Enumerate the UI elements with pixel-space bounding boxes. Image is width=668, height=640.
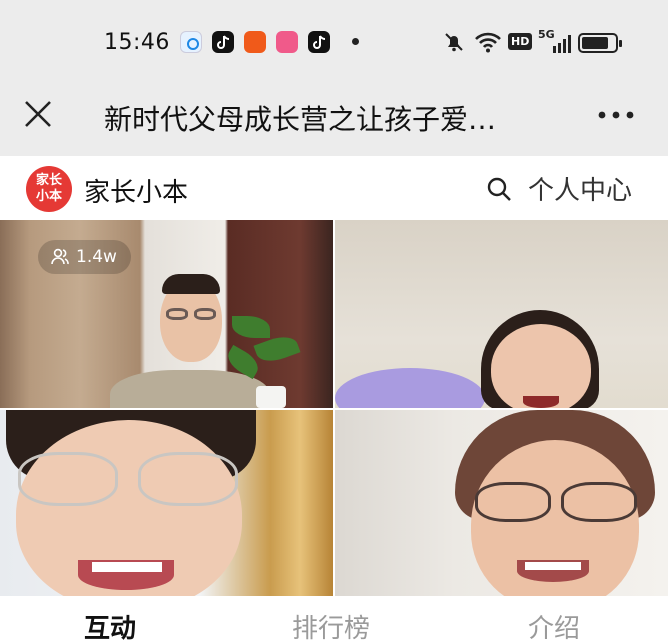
tab-ranking[interactable]: 排行榜 xyxy=(292,608,370,640)
participant-3-glasses-left xyxy=(18,452,118,506)
participant-3-glasses-right xyxy=(138,452,238,506)
participant-4-teeth xyxy=(525,562,581,570)
hd-badge: HD xyxy=(508,33,533,50)
status-time: 15:46 xyxy=(104,30,170,55)
participant-4-glasses-left xyxy=(475,482,551,522)
participant-4-glasses-right xyxy=(561,482,637,522)
host-glasses-left xyxy=(166,308,188,320)
tab-interact[interactable]: 互动 xyxy=(84,608,136,640)
wifi-icon xyxy=(475,32,501,53)
participant-3-teeth xyxy=(92,562,162,572)
close-icon[interactable] xyxy=(20,96,56,132)
host-glasses-right xyxy=(194,308,216,320)
site-name: 家长小本 xyxy=(84,178,189,208)
status-bar: 15:46 HD 5G xyxy=(0,0,668,86)
signal-icon xyxy=(553,35,571,53)
title-bar: 新时代父母成长营之让孩子爱… xyxy=(0,86,668,156)
video-tile-participant-3[interactable] xyxy=(0,410,333,596)
logo-text-line2: 小本 xyxy=(35,189,62,204)
participant-2-mouth xyxy=(523,396,559,408)
more-options-icon[interactable] xyxy=(596,100,636,130)
viewer-count-badge: 1.4w xyxy=(38,240,131,274)
plant-pot xyxy=(256,386,286,408)
video-tile-host[interactable]: 1.4w xyxy=(0,220,333,408)
plush-toy xyxy=(335,368,485,408)
tab-bar: 互动 排行榜 介绍 xyxy=(0,596,668,640)
battery-icon xyxy=(578,33,622,53)
audio-app-notification-icon xyxy=(244,31,266,53)
page-title: 新时代父母成长营之让孩子爱… xyxy=(104,103,497,136)
video-tile-participant-4[interactable] xyxy=(335,410,668,596)
site-header: 家长 小本 家长小本 个人中心 xyxy=(0,156,668,220)
logo-text-line1: 家长 xyxy=(35,173,62,188)
video-tile-participant-2[interactable] xyxy=(335,220,668,408)
tab-intro[interactable]: 介绍 xyxy=(528,608,580,640)
brand-logo[interactable]: 家长 小本 xyxy=(26,166,72,212)
personal-center-link[interactable]: 个人中心 xyxy=(528,170,632,207)
search-icon[interactable] xyxy=(486,176,512,202)
video-app-notification-icon xyxy=(276,31,298,53)
viewer-count: 1.4w xyxy=(76,247,117,267)
host-hair xyxy=(162,274,220,294)
video-grid: 1.4w xyxy=(0,220,668,596)
tiktok-notification-icon xyxy=(212,31,234,53)
plant-leaf xyxy=(232,316,270,338)
mute-bell-icon xyxy=(445,33,463,52)
viewers-icon xyxy=(51,248,69,265)
tiktok-notification-icon-2 xyxy=(308,31,330,53)
app-notification-icon xyxy=(180,31,202,53)
more-notifications-dot-icon xyxy=(352,38,359,45)
